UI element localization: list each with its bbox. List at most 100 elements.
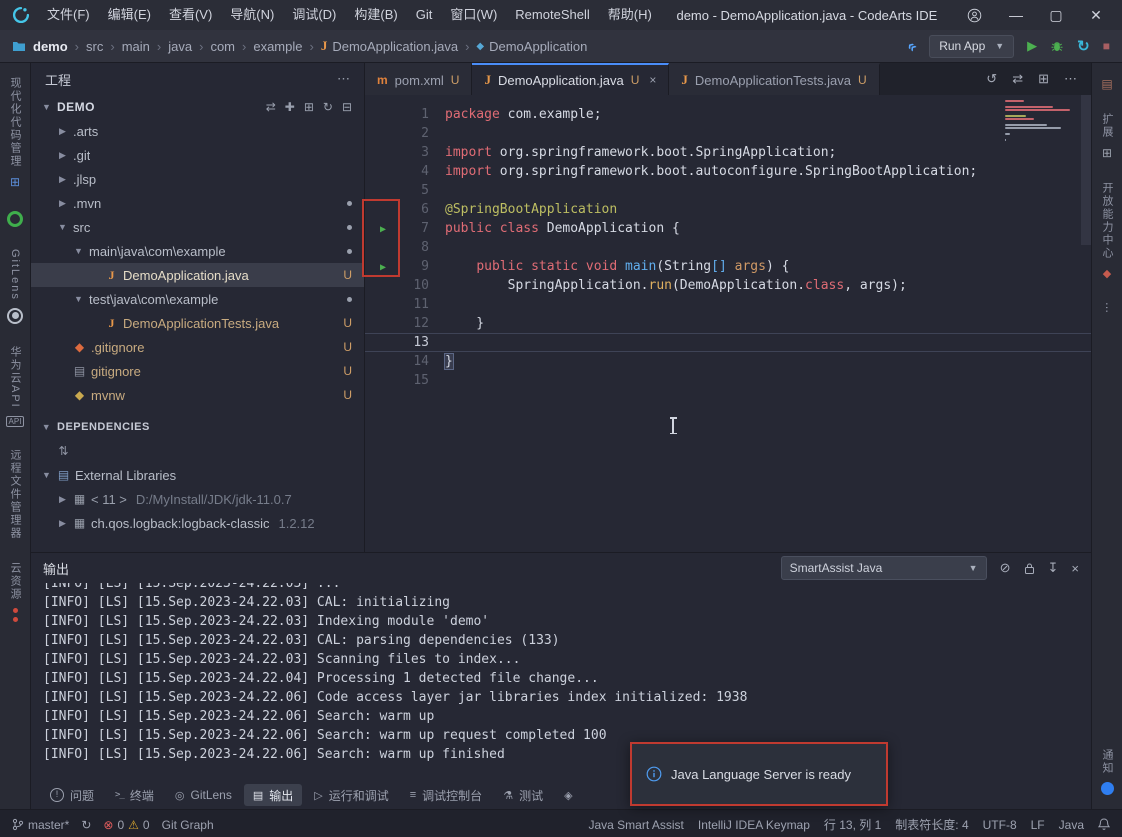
split-editor-icon[interactable]: ⊞ [1038, 71, 1049, 87]
rail-item[interactable]: 开放能力中心◆ [1099, 182, 1115, 280]
rail-item[interactable]: 华为云APIAPI [6, 346, 25, 427]
tree-row[interactable]: ◆mvnwU [31, 383, 364, 407]
menu-item[interactable]: 导航(N) [221, 0, 283, 30]
panel-tab[interactable]: ◈ [555, 784, 581, 806]
status-item[interactable]: LF [1031, 818, 1045, 832]
menu-item[interactable]: RemoteShell [506, 0, 598, 30]
rail-item[interactable]: 云资源 [7, 562, 23, 622]
git-branch-item[interactable]: master* [12, 818, 69, 832]
run-button[interactable]: ▶ [380, 262, 386, 273]
debug-button[interactable] [1050, 39, 1064, 53]
history-icon[interactable]: ↺ [986, 71, 997, 87]
panel-tab[interactable]: ▷运行和调试 [305, 784, 397, 806]
menu-item[interactable]: 调试(D) [283, 0, 345, 30]
close-button[interactable]: ✕ [1076, 0, 1116, 30]
panel-tab[interactable]: ≡调试控制台 [401, 784, 491, 806]
tree-row[interactable]: ◆.gitignoreU [31, 335, 364, 359]
rail-item[interactable] [7, 211, 23, 227]
scroll-to-bottom-icon[interactable]: ↧ [1048, 560, 1059, 576]
tree-row[interactable]: ▶.jlsp [31, 167, 364, 191]
panel-tab[interactable]: ▤输出 [244, 784, 302, 806]
run-button[interactable]: ▶ [1027, 38, 1037, 54]
status-item[interactable]: Java [1059, 818, 1084, 832]
tree-row[interactable]: ▼DEMO⇄✚⊞↻⊟ [31, 95, 364, 119]
new-file-icon[interactable]: ✚ [285, 100, 295, 114]
tree-row[interactable]: ▤gitignoreU [31, 359, 364, 383]
menu-item[interactable]: 窗口(W) [441, 0, 506, 30]
notification-toast[interactable]: Java Language Server is ready [630, 742, 888, 806]
new-folder-icon[interactable]: ⊞ [304, 100, 314, 114]
rail-item[interactable]: 通知 [1099, 749, 1115, 795]
tree-row[interactable]: ▶.arts [31, 119, 364, 143]
tree-row[interactable]: ▼▤External Libraries [31, 463, 364, 487]
menu-item[interactable]: Git [407, 0, 442, 30]
breadcrumb-item[interactable]: com [210, 39, 235, 54]
breadcrumb-item[interactable]: JDemoApplication.java [321, 38, 458, 54]
tree-row[interactable]: ▼src [31, 215, 364, 239]
minimize-button[interactable]: — [996, 0, 1036, 30]
collapse-all-icon[interactable]: ⊟ [342, 100, 352, 114]
menu-item[interactable]: 帮助(H) [599, 0, 661, 30]
bell-icon[interactable] [1098, 818, 1110, 831]
restart-button[interactable]: ↻ [1077, 37, 1090, 55]
panel-tab[interactable]: ◎GitLens [166, 784, 241, 806]
code-editor[interactable]: 1package com.example;23import org.spring… [365, 95, 1091, 552]
rail-item[interactable]: 扩展⊞ [1099, 113, 1115, 160]
editor-tab[interactable]: JDemoApplicationTests.javaU [669, 63, 879, 95]
dependencies-header[interactable]: ▼ DEPENDENCIES [31, 415, 364, 439]
status-item[interactable]: 行 13, 列 1 [824, 816, 881, 833]
editor-tab[interactable]: JDemoApplication.javaU× [472, 63, 669, 95]
minimap[interactable] [1005, 99, 1075, 145]
breadcrumb-item[interactable]: demo [33, 39, 68, 54]
stop-button[interactable]: ■ [1103, 39, 1110, 53]
status-item[interactable]: 制表符长度: 4 [895, 816, 968, 833]
editor-tab[interactable]: mpom.xmlU [365, 63, 472, 95]
rail-item[interactable]: ⋯ [1101, 302, 1114, 315]
tree-row[interactable]: ▶.git [31, 143, 364, 167]
breadcrumb-item[interactable]: example [253, 39, 302, 54]
collapse-arrows-icon[interactable]: « [903, 37, 920, 55]
menu-item[interactable]: 构建(B) [345, 0, 406, 30]
breadcrumb-item[interactable]: src [86, 39, 103, 54]
rail-item[interactable]: GitLens [7, 249, 23, 324]
compare-icon[interactable]: ⇄ [1012, 71, 1023, 87]
tree-row[interactable]: JDemoApplicationTests.javaU [31, 311, 364, 335]
close-panel-icon[interactable]: × [1071, 561, 1079, 576]
rail-item[interactable]: 远程文件管理器 [7, 449, 23, 540]
more-actions-icon[interactable]: ⋯ [337, 71, 350, 87]
status-item[interactable]: Java Smart Assist [588, 818, 683, 832]
editor-scrollbar[interactable] [1081, 95, 1091, 245]
menu-item[interactable]: 文件(F) [38, 0, 99, 30]
lock-scroll-icon[interactable] [1024, 562, 1035, 575]
account-icon[interactable] [967, 8, 982, 23]
breadcrumb-item[interactable]: main [122, 39, 150, 54]
run-button[interactable]: ▶ [380, 224, 386, 235]
panel-tab[interactable]: ⚗测试 [494, 784, 552, 806]
breadcrumb-item[interactable]: java [168, 39, 192, 54]
tree-row[interactable]: ▶▦< 11 >D:/MyInstall/JDK/jdk-11.0.7 [31, 487, 364, 511]
close-tab-icon[interactable]: × [649, 73, 656, 87]
refresh-icon[interactable]: ↻ [323, 100, 333, 114]
panel-tab[interactable]: >_终端 [106, 784, 163, 806]
output-log[interactable]: [INFO] [LS] [15.Sep.2023-24.22.03] ...[I… [31, 583, 1091, 781]
tree-row[interactable]: JDemoApplication.javaU [31, 263, 364, 287]
status-item[interactable]: IntelliJ IDEA Keymap [698, 818, 810, 832]
menu-item[interactable]: 编辑(E) [99, 0, 160, 30]
sync-icon[interactable]: ⇄ [266, 100, 276, 114]
sync-icon[interactable]: ↻ [81, 818, 91, 832]
rail-item[interactable]: 现代化代码管理⊞ [7, 77, 23, 189]
breadcrumb-item[interactable]: ◆DemoApplication [476, 39, 587, 54]
tree-row[interactable]: ▶.mvn [31, 191, 364, 215]
output-channel-dropdown[interactable]: SmartAssist Java ▼ [781, 556, 987, 580]
panel-tab[interactable]: !问题 [41, 784, 103, 806]
tree-row[interactable]: ▶▦ch.qos.logback:logback-classic1.2.12 [31, 511, 364, 535]
maximize-button[interactable]: ▢ [1036, 0, 1076, 30]
git-graph-item[interactable]: Git Graph [162, 818, 214, 832]
status-item[interactable]: UTF-8 [983, 818, 1017, 832]
problems-summary[interactable]: ⊗ 0 ⚠ 0 [103, 818, 149, 832]
menu-item[interactable]: 查看(V) [160, 0, 221, 30]
tree-row[interactable]: ▼main\java\com\example [31, 239, 364, 263]
rail-item[interactable]: ▤ [1101, 77, 1112, 91]
run-config-dropdown[interactable]: Run App ▼ [929, 35, 1014, 58]
clear-output-icon[interactable]: ⊘ [1000, 560, 1011, 576]
